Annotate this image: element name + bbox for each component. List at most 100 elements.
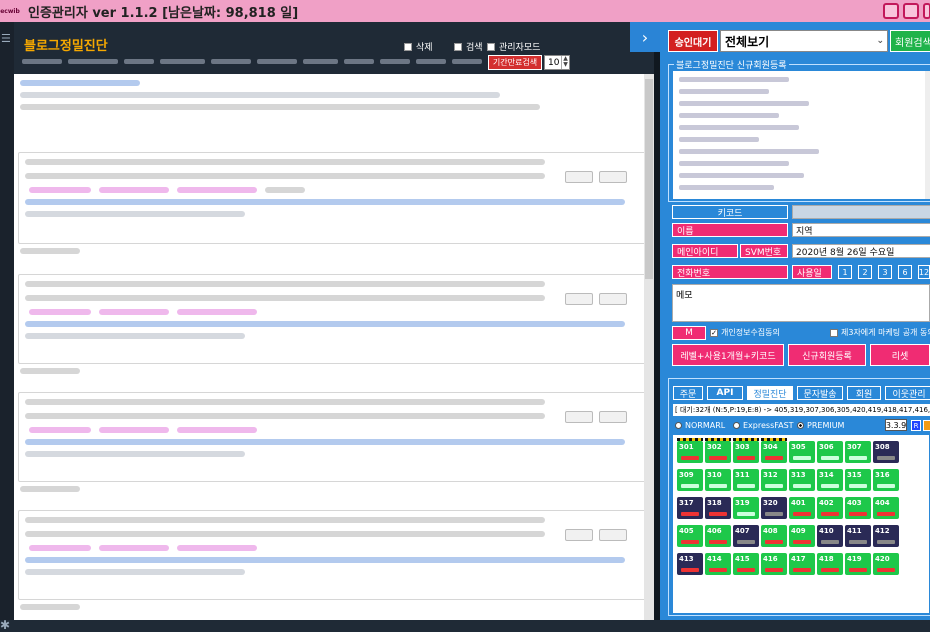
minimize-button[interactable]: [883, 3, 899, 19]
register-button[interactable]: 신규회원등록: [788, 344, 866, 366]
list-item[interactable]: [18, 510, 646, 600]
slot-316[interactable]: 316: [873, 469, 899, 491]
mode-normal-radio[interactable]: NORMARL: [675, 421, 725, 430]
expire-search-button[interactable]: 기간만료검색: [488, 55, 542, 70]
slot-309[interactable]: 309: [677, 469, 703, 491]
delete-checkbox[interactable]: 삭제: [404, 40, 433, 53]
slot-406[interactable]: 406: [705, 525, 731, 547]
slot-304[interactable]: 304: [761, 438, 787, 463]
slot-402[interactable]: 402: [817, 497, 843, 519]
slot-314[interactable]: 314: [817, 469, 843, 491]
slot-315[interactable]: 315: [845, 469, 871, 491]
delete-button[interactable]: [599, 171, 627, 183]
keycode-button[interactable]: 키코드: [672, 205, 788, 219]
mode-express-radio[interactable]: ExpressFAST: [733, 421, 794, 430]
slot-318[interactable]: 318: [705, 497, 731, 519]
slot-301[interactable]: 301: [677, 438, 703, 463]
slot-303[interactable]: 303: [733, 438, 759, 463]
m-button[interactable]: M: [672, 326, 706, 340]
slot-307[interactable]: 307: [845, 441, 871, 463]
tab-diagnosis[interactable]: 정밀진단: [747, 386, 793, 400]
slot-407[interactable]: 407: [733, 525, 759, 547]
day-button-2[interactable]: 2: [858, 265, 872, 279]
scroll-thumb[interactable]: [645, 79, 653, 279]
list-item[interactable]: [18, 274, 646, 364]
slot-415[interactable]: 415: [733, 553, 759, 575]
slot-409[interactable]: 409: [789, 525, 815, 547]
slot-320[interactable]: 320: [761, 497, 787, 519]
edit-button[interactable]: [565, 171, 593, 183]
edit-button[interactable]: [565, 411, 593, 423]
approval-pending-button[interactable]: 승인대기: [668, 30, 718, 52]
slot-319[interactable]: 319: [733, 497, 759, 519]
day-button-6[interactable]: 6: [898, 265, 912, 279]
slot-404[interactable]: 404: [873, 497, 899, 519]
tab-orders[interactable]: 주문: [673, 386, 703, 400]
slot-418[interactable]: 418: [817, 553, 843, 575]
reset-button[interactable]: 리셋: [870, 344, 930, 366]
slot-419[interactable]: 419: [845, 553, 871, 575]
version-field: 3.3.9: [885, 419, 907, 431]
maximize-button[interactable]: [903, 3, 919, 19]
slot-411[interactable]: 411: [845, 525, 871, 547]
tab-sms[interactable]: 문자발송: [797, 386, 843, 400]
region-field[interactable]: 지역: [792, 223, 930, 237]
mode-premium-radio[interactable]: PREMIUM: [797, 421, 844, 430]
slot-417[interactable]: 417: [789, 553, 815, 575]
slot-412[interactable]: 412: [873, 525, 899, 547]
slot-420[interactable]: 420: [873, 553, 899, 575]
slot-413[interactable]: 413: [677, 553, 703, 575]
day-button-12[interactable]: 12: [918, 265, 930, 279]
slot-410[interactable]: 410: [817, 525, 843, 547]
close-button[interactable]: [923, 3, 930, 19]
gear-icon[interactable]: ✱: [0, 618, 10, 632]
list-scrollbar[interactable]: [644, 74, 654, 620]
slot-401[interactable]: 401: [789, 497, 815, 519]
orange-badge[interactable]: [923, 420, 930, 431]
menu-icon[interactable]: ☰: [1, 32, 11, 45]
slot-302[interactable]: 302: [705, 438, 731, 463]
memo-field[interactable]: 메모: [672, 284, 930, 322]
day-button-3[interactable]: 3: [878, 265, 892, 279]
slot-416[interactable]: 416: [761, 553, 787, 575]
keycode-field[interactable]: [792, 205, 930, 219]
delete-button[interactable]: [599, 293, 627, 305]
slot-310[interactable]: 310: [705, 469, 731, 491]
delete-button[interactable]: [599, 411, 627, 423]
search-checkbox[interactable]: 검색: [454, 40, 483, 53]
right-panel: 승인대기 전체보기 ⌄ 회원검색 블로그정밀진단 신규회원등록 키코드 이름 지역…: [660, 22, 930, 620]
slot-312[interactable]: 312: [761, 469, 787, 491]
slot-311[interactable]: 311: [733, 469, 759, 491]
date-picker[interactable]: 2020년 8월 26일 수요일: [792, 244, 930, 258]
privacy-consent-checkbox[interactable]: ✓ 개인정보수집동의: [710, 327, 780, 338]
spinner-arrows-icon[interactable]: ▲ ▼: [561, 56, 569, 69]
member-search-button[interactable]: 회원검색: [890, 30, 930, 52]
list-item[interactable]: [18, 392, 646, 482]
list-item[interactable]: [18, 152, 646, 244]
edit-button[interactable]: [565, 529, 593, 541]
slot-313[interactable]: 313: [789, 469, 815, 491]
delete-button[interactable]: [599, 529, 627, 541]
slot-414[interactable]: 414: [705, 553, 731, 575]
slot-306[interactable]: 306: [817, 441, 843, 463]
slot-405[interactable]: 405: [677, 525, 703, 547]
new-members-list[interactable]: [673, 71, 925, 199]
view-select[interactable]: 전체보기 ⌄: [720, 30, 888, 52]
slot-408[interactable]: 408: [761, 525, 787, 547]
slot-305[interactable]: 305: [789, 441, 815, 463]
tab-api[interactable]: API: [707, 386, 743, 400]
slot-308[interactable]: 308: [873, 441, 899, 463]
r-badge[interactable]: R: [911, 420, 921, 431]
tab-members[interactable]: 회원: [847, 386, 881, 400]
new-members-scrollbar[interactable]: [925, 71, 930, 199]
slot-317[interactable]: 317: [677, 497, 703, 519]
count-stepper[interactable]: 10 ▲ ▼: [544, 55, 570, 70]
admin-mode-checkbox[interactable]: 관리자모드: [487, 40, 540, 53]
slot-403[interactable]: 403: [845, 497, 871, 519]
chevron-right-icon[interactable]: ›: [630, 22, 660, 52]
day-button-1[interactable]: 1: [838, 265, 852, 279]
edit-button[interactable]: [565, 293, 593, 305]
tab-neighbors[interactable]: 이웃관리: [885, 386, 930, 400]
renew-button[interactable]: 레벨+사용1개월+키코드: [672, 344, 784, 366]
marketing-consent-checkbox[interactable]: 제3자에게 마케팅 공개 동의: [830, 327, 930, 338]
